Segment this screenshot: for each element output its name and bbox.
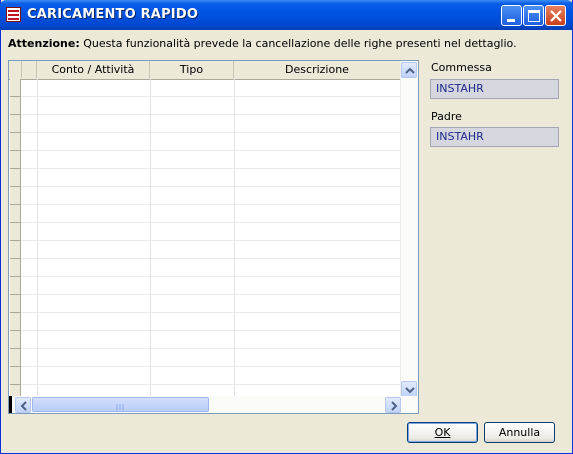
ok-button[interactable]: OK: [407, 422, 478, 443]
chevron-left-icon: [20, 401, 27, 411]
padre-field[interactable]: INSTAHR: [430, 127, 559, 147]
close-icon: [550, 10, 562, 22]
row-divider: [21, 276, 401, 277]
row-header[interactable]: [10, 313, 21, 331]
horizontal-scrollbar[interactable]: [9, 396, 418, 413]
warning-notice: Attenzione: Questa funzionalità prevede …: [8, 37, 517, 50]
column-header-conto[interactable]: Conto / Attività: [37, 61, 150, 78]
row-divider: [21, 204, 401, 205]
row-header[interactable]: [10, 259, 21, 277]
row-header[interactable]: [10, 115, 21, 133]
column-divider: [150, 79, 151, 398]
maximize-button[interactable]: [523, 5, 544, 26]
row-divider: [21, 258, 401, 259]
row-header[interactable]: [10, 205, 21, 223]
row-header[interactable]: [10, 151, 21, 169]
chevron-up-icon: [405, 67, 415, 74]
column-header-descrizione[interactable]: Descrizione: [234, 61, 401, 78]
row-header[interactable]: [10, 79, 21, 97]
padre-label: Padre: [431, 110, 462, 123]
row-divider: [21, 96, 401, 97]
scroll-down-button[interactable]: [401, 381, 417, 397]
dialog-window: CARICAMENTO RAPIDO Attenzione: Questa fu…: [0, 0, 573, 454]
annulla-label: Annulla: [498, 426, 541, 439]
row-header[interactable]: [10, 295, 21, 313]
minimize-icon: [507, 19, 515, 22]
row-divider: [21, 330, 401, 331]
row-divider: [21, 366, 401, 367]
vertical-scrollbar[interactable]: [400, 61, 418, 398]
row-divider: [21, 240, 401, 241]
detail-grid[interactable]: Conto / Attività Tipo Descrizione: [8, 60, 419, 414]
row-header[interactable]: [10, 349, 21, 367]
row-divider: [21, 114, 401, 115]
app-list-icon: [6, 7, 21, 22]
row-divider: [21, 150, 401, 151]
row-divider: [21, 168, 401, 169]
commessa-label: Commessa: [431, 61, 492, 74]
scroll-up-button[interactable]: [401, 62, 417, 78]
header-corner: [9, 61, 22, 78]
minimize-button[interactable]: [501, 5, 522, 26]
header-spacer: [22, 61, 37, 78]
row-header[interactable]: [10, 133, 21, 151]
notice-label: Attenzione:: [8, 37, 80, 50]
row-header[interactable]: [10, 367, 21, 385]
row-divider: [21, 294, 401, 295]
scrollbar-edge: [9, 396, 12, 413]
window-title: CARICAMENTO RAPIDO: [27, 7, 199, 22]
row-divider: [21, 312, 401, 313]
row-divider: [21, 222, 401, 223]
row-divider: [21, 132, 401, 133]
notice-text: Questa funzionalità prevede la cancellaz…: [79, 37, 517, 50]
row-header[interactable]: [10, 169, 21, 187]
column-divider: [234, 79, 235, 398]
row-header[interactable]: [10, 331, 21, 349]
row-header[interactable]: [10, 187, 21, 205]
row-divider: [21, 186, 401, 187]
column-divider: [37, 79, 38, 398]
column-header-tipo[interactable]: Tipo: [150, 61, 234, 78]
scroll-right-button[interactable]: [385, 397, 401, 413]
grid-header: Conto / Attività Tipo Descrizione: [9, 61, 401, 80]
row-header[interactable]: [10, 223, 21, 241]
row-header[interactable]: [10, 241, 21, 259]
chevron-right-icon: [391, 401, 398, 411]
annulla-button[interactable]: Annulla: [484, 422, 555, 443]
horizontal-scroll-thumb[interactable]: [32, 397, 209, 412]
ok-label: OK: [434, 426, 451, 439]
title-bar[interactable]: CARICAMENTO RAPIDO: [0, 0, 573, 30]
grip-icon: [116, 404, 124, 410]
row-header[interactable]: [10, 97, 21, 115]
commessa-field[interactable]: INSTAHR: [430, 79, 559, 99]
close-button[interactable]: [545, 5, 566, 26]
scroll-left-button[interactable]: [15, 397, 31, 413]
row-header[interactable]: [10, 277, 21, 295]
row-divider: [21, 348, 401, 349]
row-divider: [21, 384, 401, 385]
maximize-icon: [528, 10, 540, 22]
